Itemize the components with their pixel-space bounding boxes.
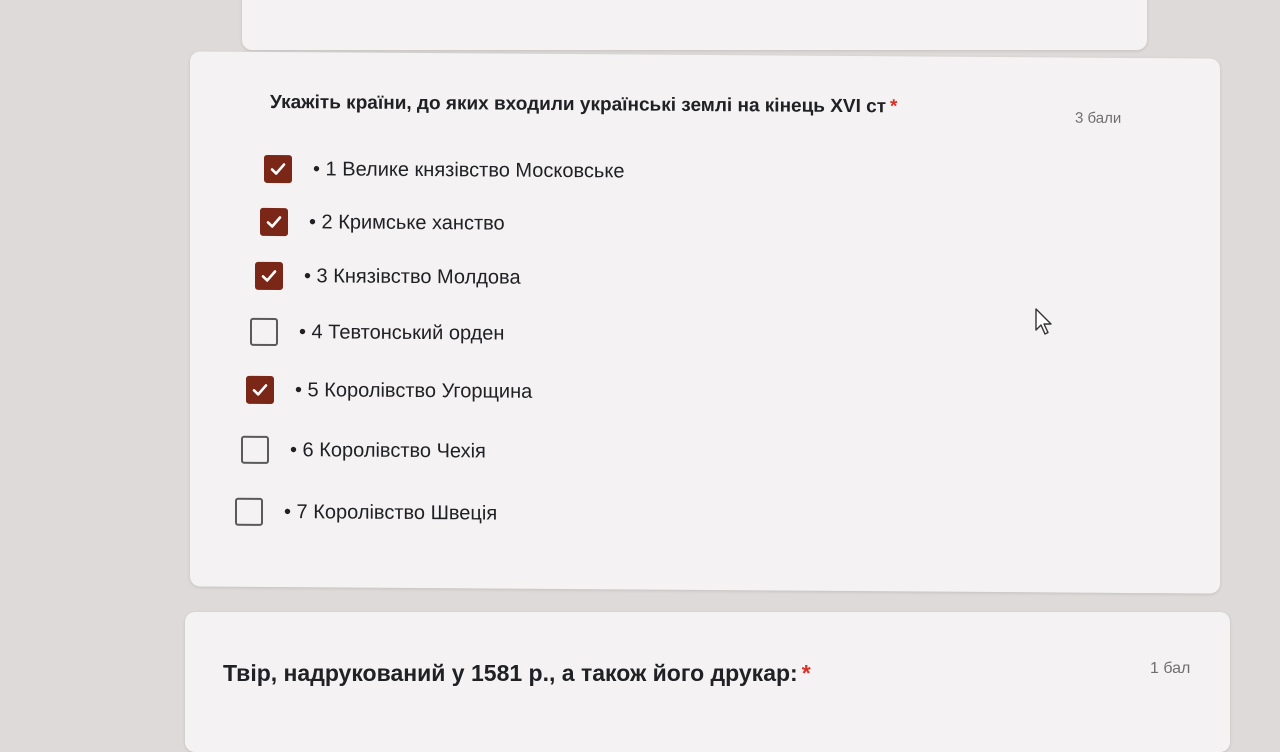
- required-asterisk: *: [801, 660, 811, 686]
- option-item[interactable]: • 6 Королівство Чехія: [241, 433, 486, 469]
- question-title: Укажіть країни, до яких входили українсь…: [270, 92, 897, 118]
- option-label: • 3 Князівство Молдова: [304, 264, 521, 289]
- required-asterisk: *: [890, 96, 898, 118]
- checkbox[interactable]: [260, 207, 288, 237]
- previous-question-card: [242, 0, 1147, 50]
- check-icon: [261, 270, 277, 282]
- option-item[interactable]: • 2 Кримське ханство: [260, 205, 505, 241]
- option-label: • 6 Королівство Чехія: [290, 438, 486, 462]
- checkbox[interactable]: [246, 375, 274, 404]
- checkbox[interactable]: [255, 261, 283, 291]
- option-label: • 7 Королівство Швеція: [284, 500, 498, 525]
- question-points: 1 бал: [1150, 660, 1191, 677]
- question-title: Твір, надрукований у 1581 р., а також йо…: [223, 660, 811, 687]
- checkbox[interactable]: [264, 154, 292, 184]
- option-label: • 4 Тевтонський орден: [299, 320, 505, 345]
- option-item[interactable]: • 7 Королівство Швеція: [235, 495, 497, 531]
- question-title-text: Твір, надрукований у 1581 р., а також йо…: [223, 660, 798, 686]
- option-label: • 1 Велике князівство Московське: [313, 157, 625, 182]
- option-item[interactable]: • 5 Королівство Угорщина: [246, 373, 532, 409]
- option-label: • 2 Кримське ханство: [309, 210, 505, 235]
- checkbox[interactable]: [250, 317, 278, 347]
- check-icon: [252, 384, 268, 396]
- option-label: • 5 Королівство Угорщина: [295, 378, 533, 403]
- check-icon: [266, 216, 282, 228]
- question-title-text: Укажіть країни, до яких входили українсь…: [270, 91, 887, 118]
- mouse-pointer-icon: [1035, 308, 1052, 335]
- option-item[interactable]: • 4 Тевтонський орден: [250, 315, 504, 351]
- checkbox[interactable]: [235, 497, 263, 526]
- check-icon: [270, 163, 286, 175]
- checkbox[interactable]: [241, 435, 269, 464]
- question-points: 3 бали: [1075, 109, 1122, 127]
- question-card-countries: Укажіть країни, до яких входили українсь…: [190, 51, 1220, 594]
- option-item[interactable]: • 1 Велике князівство Московське: [264, 152, 624, 189]
- option-item[interactable]: • 3 Князівство Молдова: [255, 259, 521, 295]
- question-card-printed-work: Твір, надрукований у 1581 р., а також йо…: [185, 612, 1230, 752]
